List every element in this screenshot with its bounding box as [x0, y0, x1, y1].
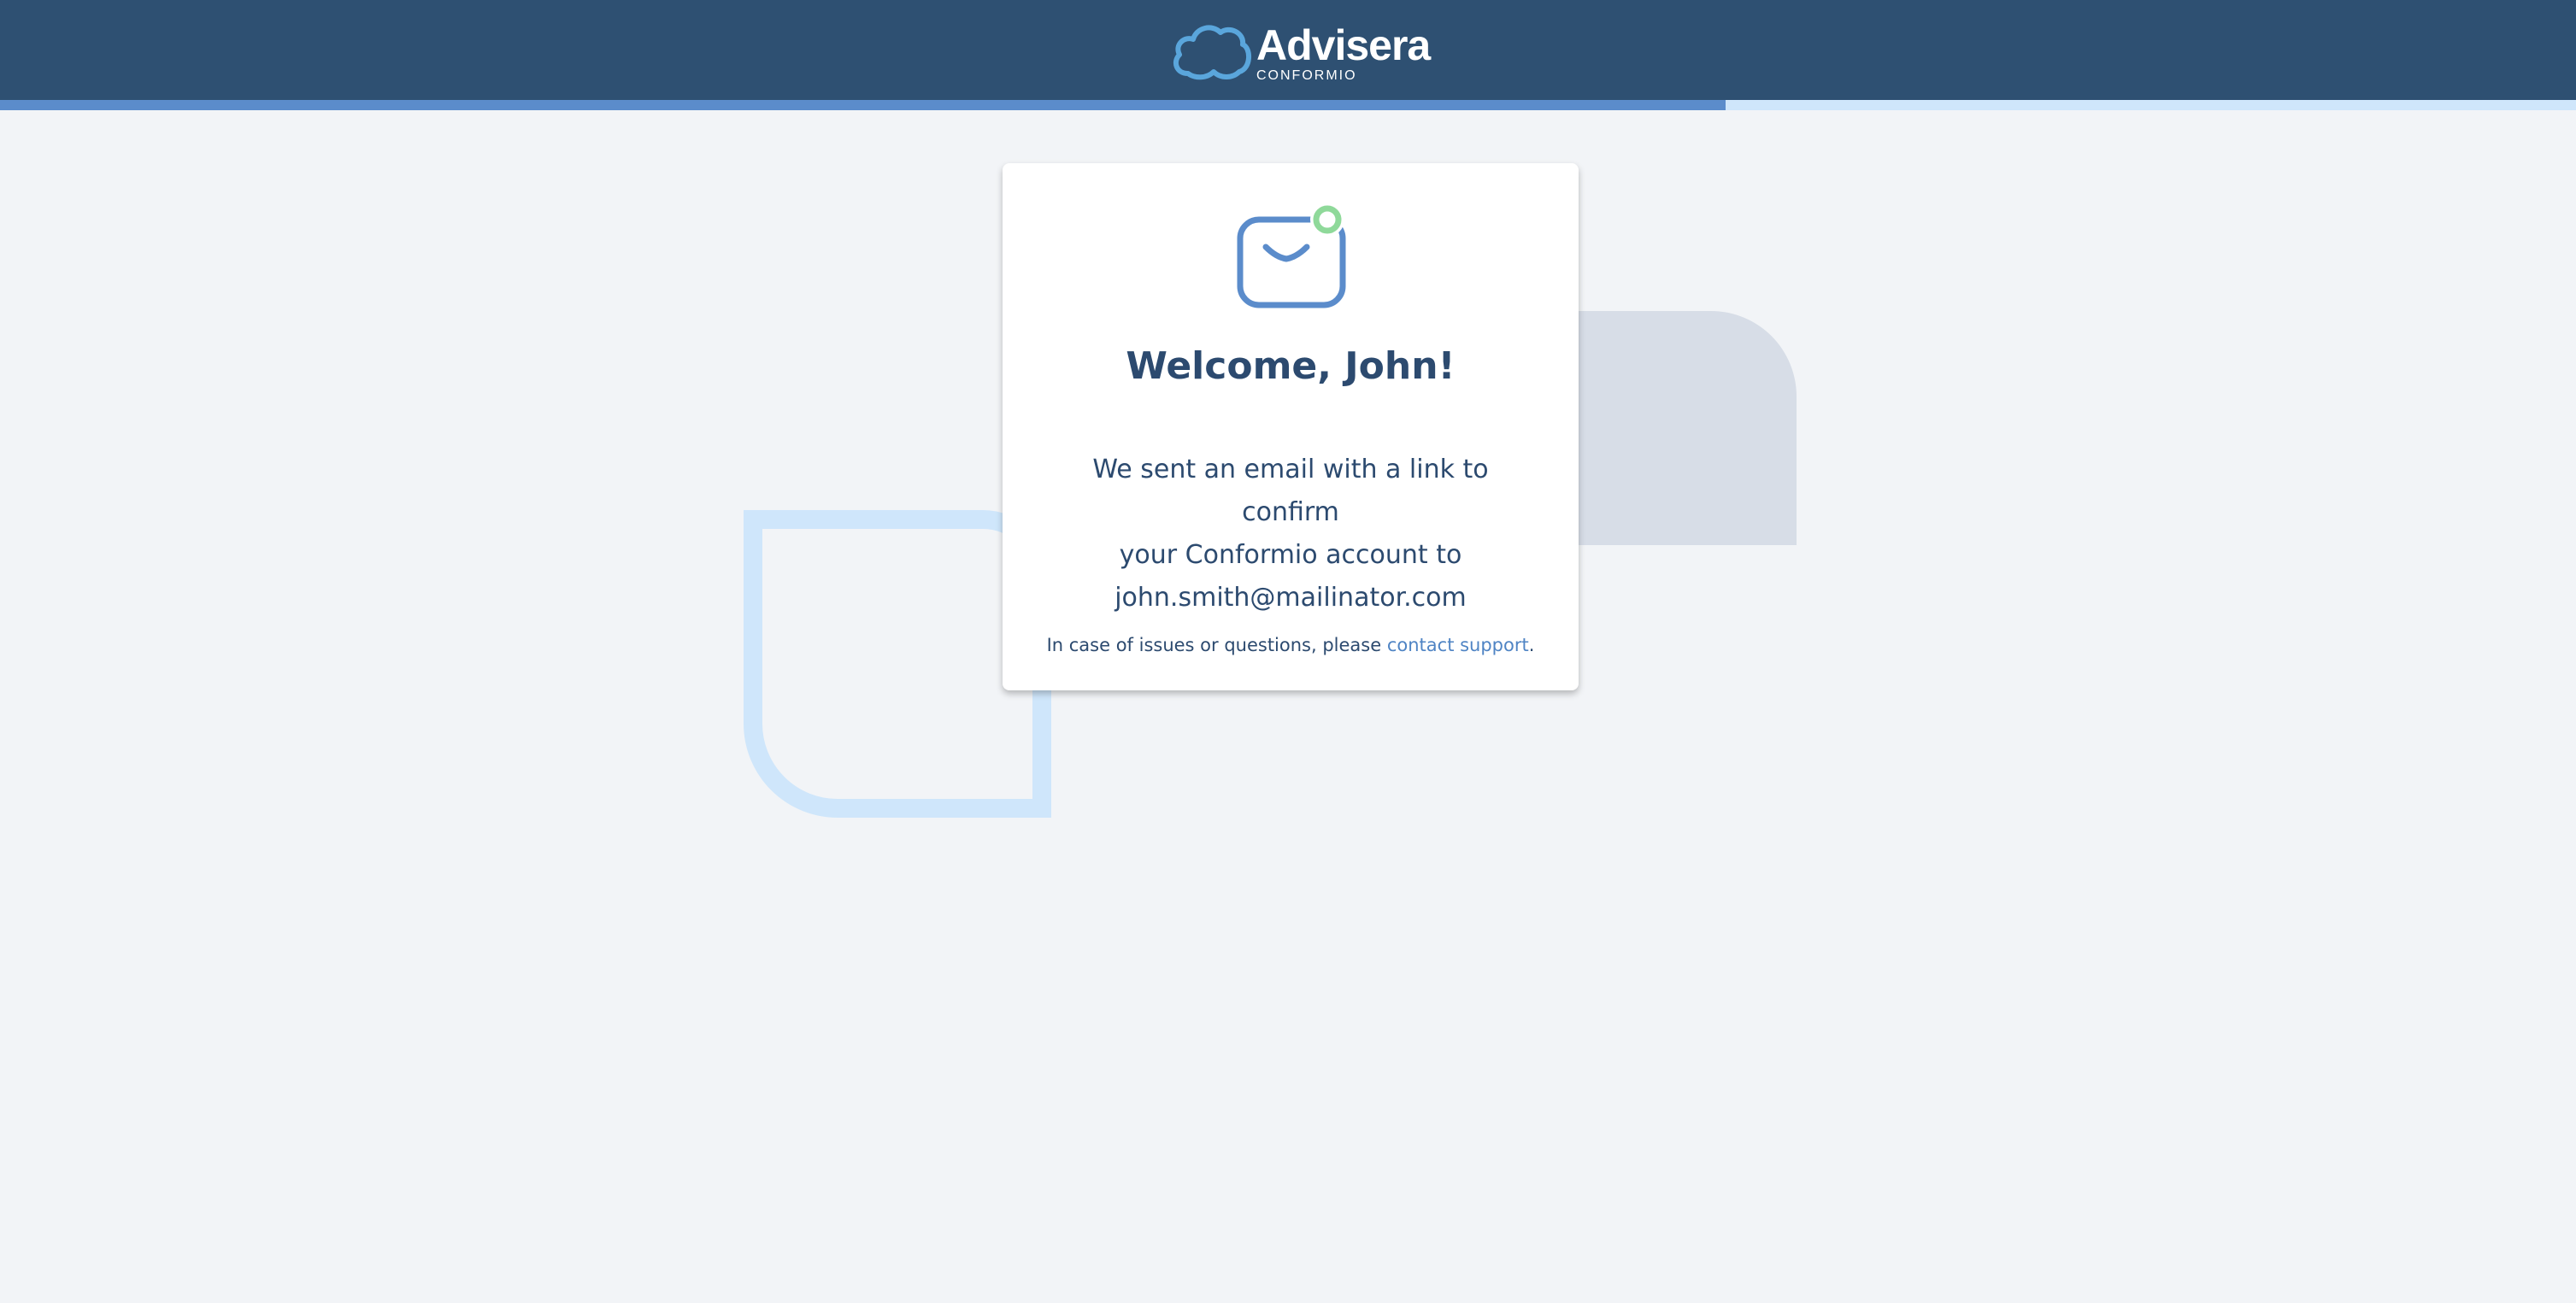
support-note-text: In case of issues or questions, please [1046, 635, 1387, 655]
top-bar: Advisera CONFORMIO [0, 0, 2576, 100]
mail-notification-icon [1237, 204, 1346, 308]
contact-support-link[interactable]: contact support [1387, 635, 1529, 655]
confirmation-message: We sent an email with a link to confirm … [1045, 449, 1536, 619]
email-address: john.smith@mailinator.com [1115, 583, 1467, 613]
support-note-end: . [1528, 635, 1535, 655]
progress-bar-fill [0, 100, 1726, 110]
confirmation-card: Welcome, John! We sent an email with a l… [1003, 163, 1579, 690]
message-line: your Conformio account to [1119, 540, 1462, 570]
welcome-title: Welcome, John! [1126, 344, 1456, 388]
logo-name: Advisera [1256, 21, 1431, 69]
advisera-logo[interactable]: Advisera CONFORMIO [1169, 17, 1431, 85]
logo-subtitle: CONFORMIO [1256, 68, 1357, 83]
message-line: We sent an email with a link to confirm [1092, 455, 1489, 527]
cloud-logo-icon [1173, 25, 1251, 80]
progress-bar [0, 100, 2576, 110]
support-note: In case of issues or questions, please c… [1003, 635, 1579, 655]
